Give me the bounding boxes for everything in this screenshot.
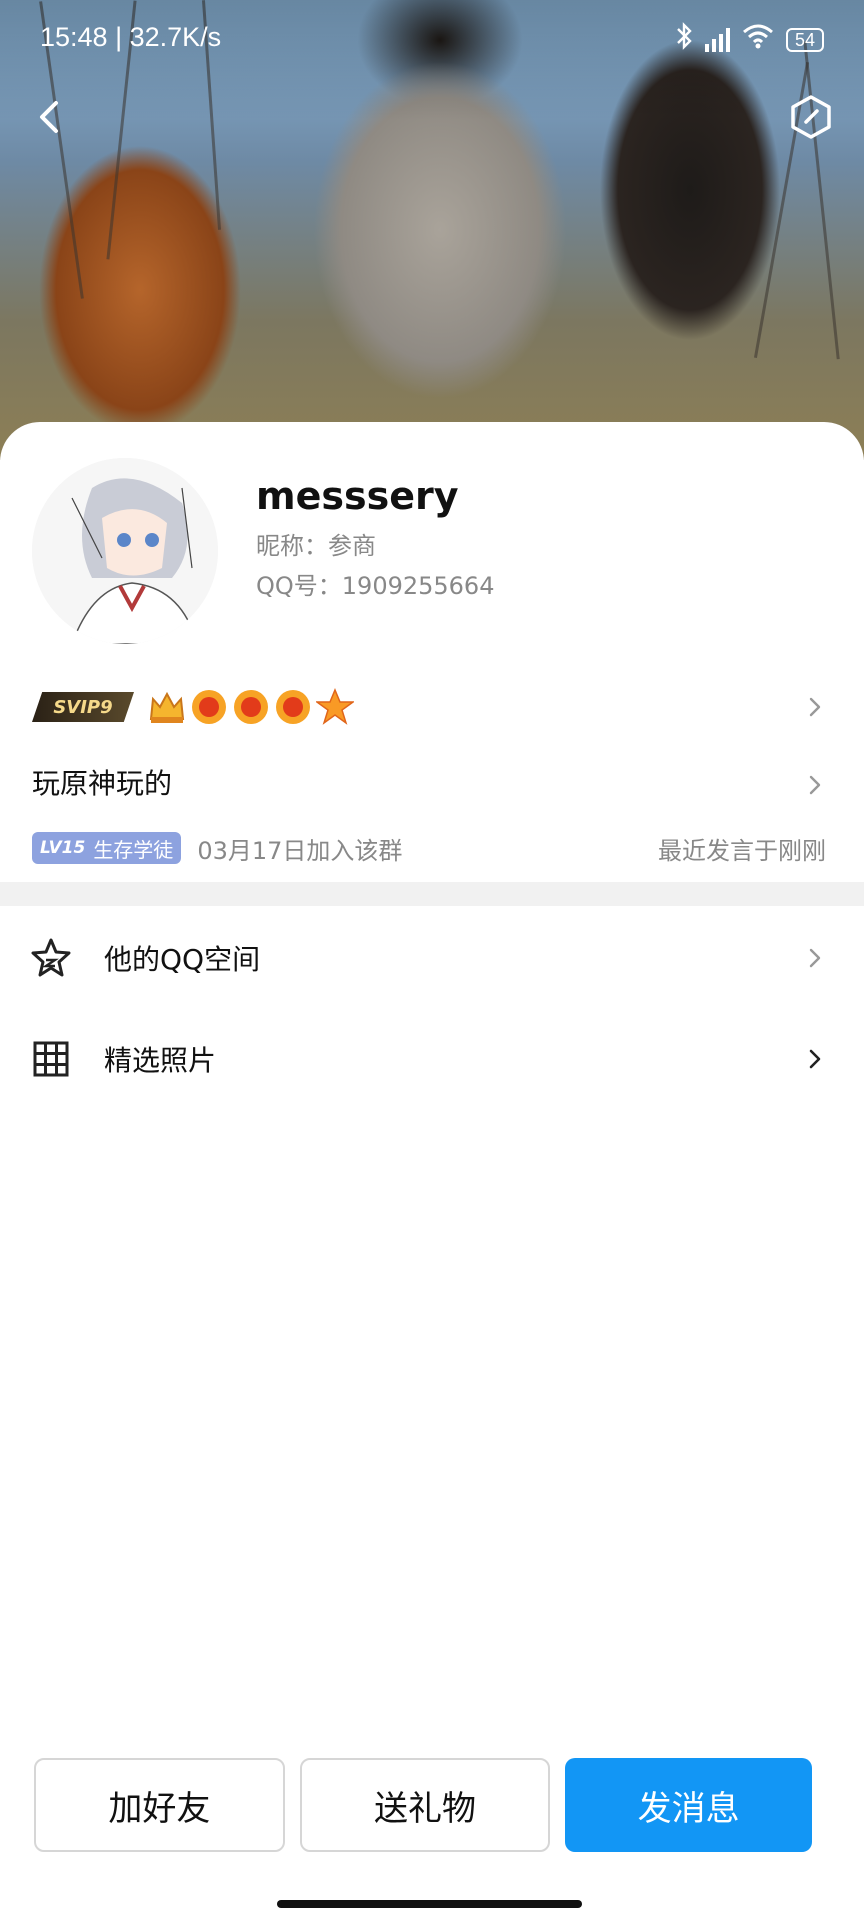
crown-icon <box>149 691 185 723</box>
menu-item-photos[interactable]: 精选照片 <box>0 1011 864 1107</box>
menu-item-qzone[interactable]: 他的QQ空间 <box>0 910 864 1006</box>
hexagon-settings-icon <box>791 95 831 139</box>
chevron-left-icon <box>40 101 58 133</box>
qq-level-icons <box>148 688 354 726</box>
avatar[interactable] <box>32 458 218 644</box>
home-indicator[interactable] <box>277 1900 582 1908</box>
cover-photo <box>0 0 864 460</box>
join-date: 03月17日加入该群 <box>197 836 403 865</box>
send-message-button[interactable]: 发消息 <box>565 1758 813 1852</box>
settings-button[interactable] <box>786 92 836 142</box>
wifi-icon <box>742 23 774 56</box>
status-time: 15:48 | 32.7K/s <box>40 22 222 52</box>
signal-icon <box>704 27 730 52</box>
battery-indicator: 54 <box>785 27 824 52</box>
group-info-row: LV15 生存学徒 03月17日加入该群 最近发言于刚刚 <box>32 830 826 866</box>
chevron-right-icon <box>809 697 821 717</box>
profile-qq-number: QQ号：1909255664 <box>256 572 495 600</box>
back-button[interactable] <box>28 95 72 139</box>
svip-badge: SVIP9 <box>32 692 134 722</box>
profile-name: messsery <box>256 474 459 518</box>
star-outline-icon <box>31 938 71 977</box>
profile-card: messsery 昵称：参商 QQ号：1909255664 SVIP9 玩原神玩… <box>0 422 864 1920</box>
send-gift-button[interactable]: 送礼物 <box>299 1758 551 1852</box>
chevron-right-icon <box>809 1049 821 1069</box>
sun-icon <box>192 690 226 724</box>
bluetooth-icon <box>675 22 693 57</box>
group-level: LV15 <box>40 838 86 858</box>
grid-icon <box>33 1041 69 1077</box>
status-bar: 15:48 | 32.7K/s 54 <box>40 22 824 62</box>
chevron-right-icon <box>809 948 821 968</box>
last-spoke: 最近发言于刚刚 <box>658 836 826 865</box>
star-icon <box>316 688 354 725</box>
sun-icon <box>276 690 310 724</box>
group-level-tag: LV15 生存学徒 <box>32 832 182 864</box>
chevron-right-icon <box>809 775 821 795</box>
badges-row[interactable]: SVIP9 <box>32 684 354 730</box>
section-divider <box>0 882 864 906</box>
menu-item-label: 精选照片 <box>104 1044 217 1077</box>
action-bar: 加好友 送礼物 发消息 <box>34 1758 813 1852</box>
profile-nickname: 昵称：参商 <box>256 532 376 560</box>
group-title: 生存学徒 <box>93 837 174 862</box>
signature-text[interactable]: 玩原神玩的 <box>32 762 172 802</box>
menu-item-label: 他的QQ空间 <box>104 943 261 976</box>
add-friend-button[interactable]: 加好友 <box>34 1758 285 1852</box>
sun-icon <box>234 690 268 724</box>
